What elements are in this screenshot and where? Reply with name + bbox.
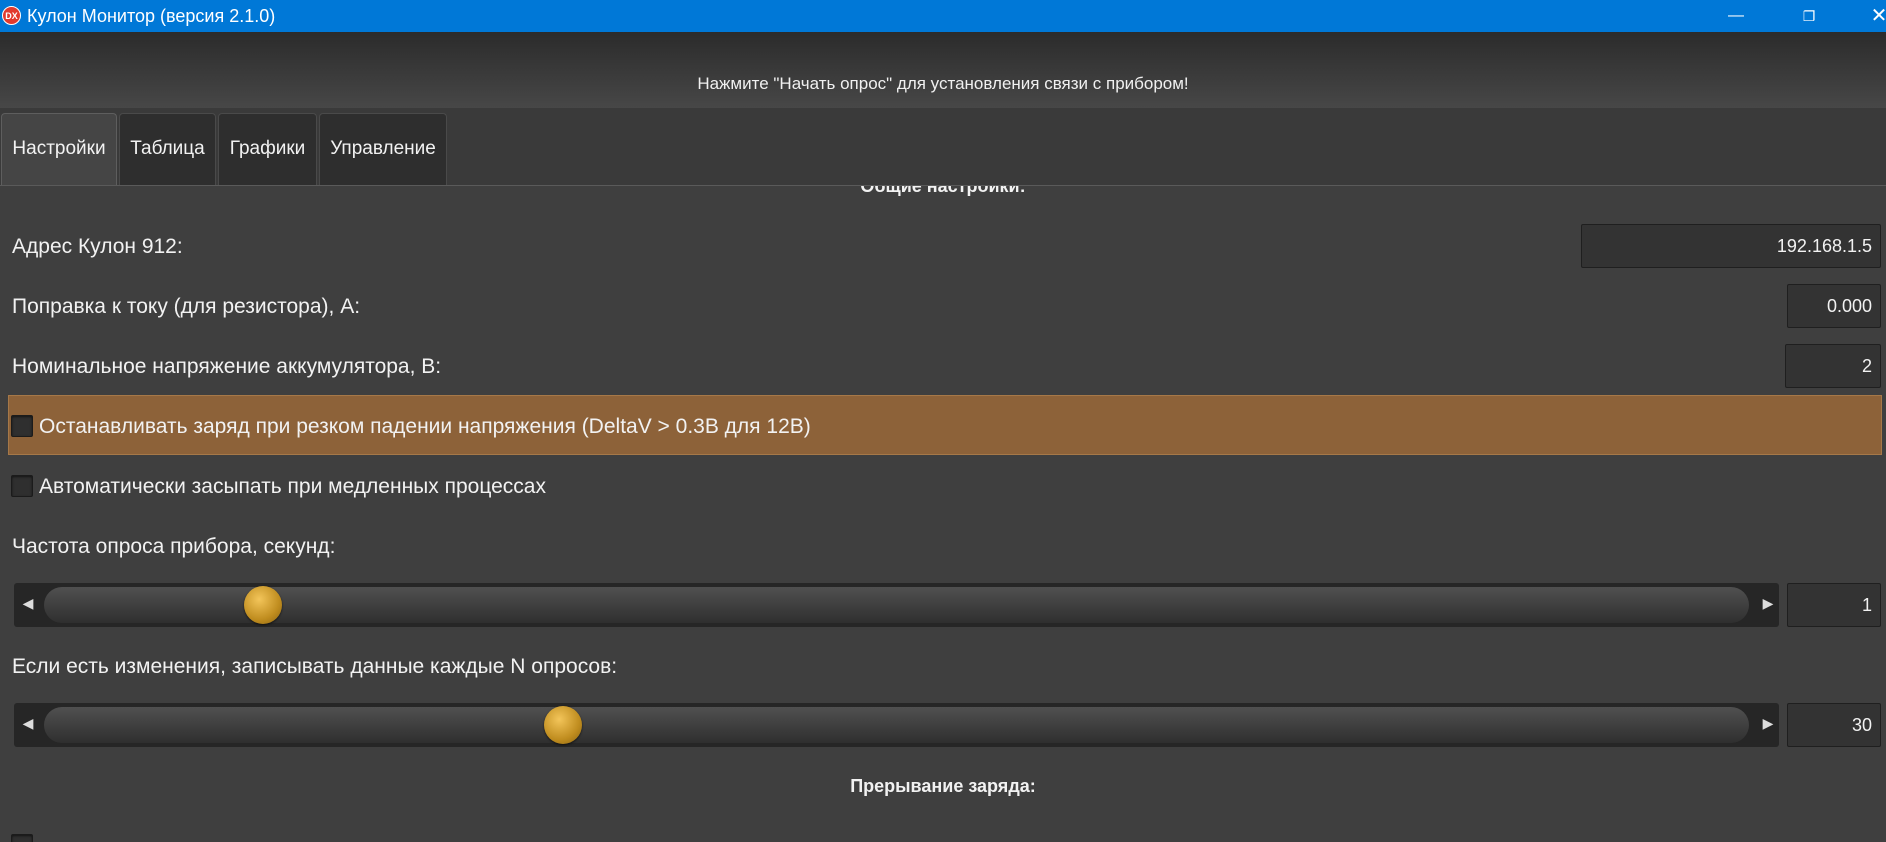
tab-charts[interactable]: Графики [218, 113, 317, 185]
title-bar: DX Кулон Монитор (версия 2.1.0) — ❐ ✕ [0, 0, 1886, 32]
record-every-label: Если есть изменения, записывать данные к… [12, 655, 618, 678]
nominal-voltage-label: Номинальное напряжение аккумулятора, В: [12, 355, 442, 378]
poll-rate-slider-thumb[interactable] [244, 586, 283, 624]
stop-on-drop-label[interactable]: Останавливать заряд при резком падении н… [39, 415, 811, 439]
tab-strip: Настройки Таблица Графики Управление [0, 108, 1886, 186]
tab-settings[interactable]: Настройки [1, 113, 117, 185]
close-button[interactable]: ✕ [1856, 0, 1886, 32]
slider-left-arrow-icon[interactable]: ◀ [20, 595, 36, 612]
interrupt-heading: Прерывание заряда: [850, 776, 1036, 796]
slider-track[interactable] [44, 587, 1749, 623]
stop-on-drop-checkbox[interactable] [11, 415, 33, 437]
minimize-button[interactable]: — [1713, 0, 1759, 32]
nominal-voltage-input[interactable]: 2 [1785, 344, 1881, 388]
app-logo-icon: DX [2, 6, 21, 25]
settings-panel: Общие настройки: Адрес Кулон 912: 192.16… [0, 186, 1886, 842]
slider-right-arrow-icon[interactable]: ▶ [1760, 715, 1776, 732]
record-every-slider-thumb[interactable] [544, 706, 583, 744]
slider-left-arrow-icon[interactable]: ◀ [20, 715, 36, 732]
status-banner: Нажмите "Начать опрос" для установления … [0, 32, 1886, 108]
record-every-input[interactable]: 30 [1787, 703, 1881, 747]
auto-sleep-checkbox[interactable] [11, 475, 33, 497]
current-offset-input[interactable]: 0.000 [1787, 284, 1881, 328]
auto-sleep-label[interactable]: Автоматически засыпать при медленных про… [39, 475, 546, 499]
poll-rate-slider[interactable]: ◀ ▶ [14, 583, 1779, 627]
slider-right-arrow-icon[interactable]: ▶ [1760, 595, 1776, 612]
address-label: Адрес Кулон 912: [12, 235, 183, 258]
poll-rate-input[interactable]: 1 [1787, 583, 1881, 627]
window-title: Кулон Монитор (версия 2.1.0) [27, 6, 276, 26]
general-settings-heading: Общие настройки: [860, 186, 1026, 196]
interrupt-checkbox[interactable] [11, 834, 33, 842]
slider-track[interactable] [44, 707, 1749, 743]
banner-message: Нажмите "Начать опрос" для установления … [697, 74, 1189, 93]
poll-rate-label: Частота опроса прибора, секунд: [12, 535, 336, 558]
address-input[interactable]: 192.168.1.5 [1581, 224, 1881, 268]
record-every-slider[interactable]: ◀ ▶ [14, 703, 1779, 747]
restore-button[interactable]: ❐ [1786, 0, 1832, 32]
current-offset-label: Поправка к току (для резистора), А: [12, 295, 361, 318]
tab-table[interactable]: Таблица [119, 113, 216, 185]
tab-control[interactable]: Управление [319, 113, 447, 185]
